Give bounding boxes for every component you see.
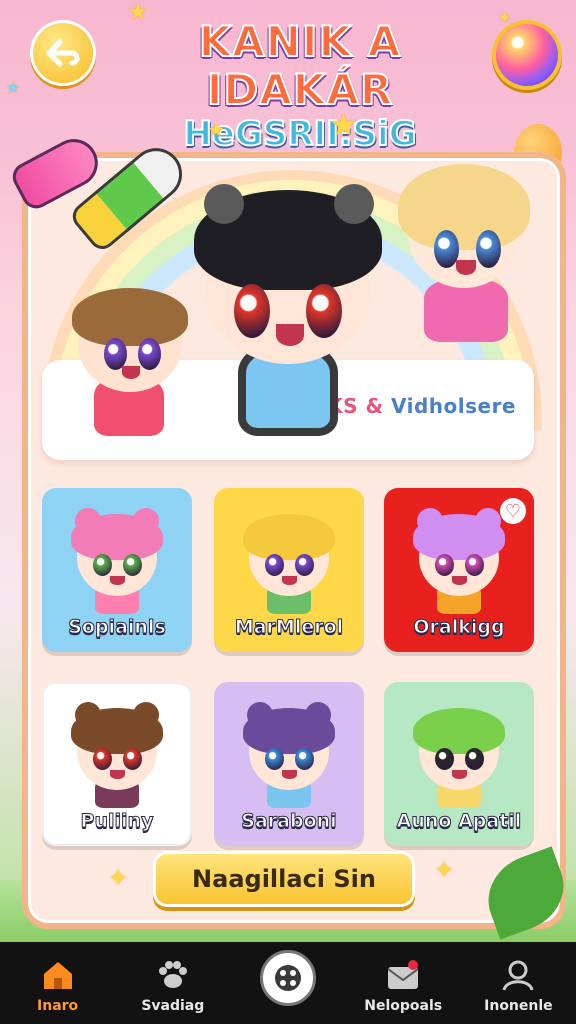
character-portrait [407,504,511,614]
character-card-label: Oralkigg [413,616,505,639]
character-card[interactable]: Sopiainls [42,488,192,652]
nav-label-messages: Nelopoals [364,998,443,1014]
character-portrait [65,698,169,808]
favorite-heart-icon[interactable]: ♡ [500,498,526,524]
character-portrait [237,698,341,808]
character-portrait [407,698,511,808]
sparkle-icon: ✦ [434,856,455,884]
sparkle-icon: ★ [128,0,148,25]
sparkle-icon: ★ [208,120,225,141]
paw-icon [155,958,191,992]
character-card[interactable]: Auno Apatil [384,682,534,846]
character-portrait [237,504,341,614]
banner-text: Vidholsere [390,394,516,418]
nav-item-pets[interactable]: Svadiag [115,942,230,1024]
character-portrait [65,504,169,614]
sparkle-icon: ★ [6,78,21,97]
nav-label-profile: Inonenle [484,998,553,1014]
nav-item-home[interactable]: Inaro [0,942,115,1024]
featured-character-center[interactable] [188,176,388,446]
character-card[interactable]: ♡ Oralkigg [384,488,534,652]
featured-character-right[interactable] [394,160,534,350]
title-line-2: HeGSRII:SiG [182,113,417,155]
character-card[interactable]: Saraboni [214,682,364,846]
back-button[interactable] [30,20,96,86]
nav-item-profile[interactable]: Inonenle [461,942,576,1024]
action-button[interactable]: Naagillaci Sin [153,851,415,907]
sparkle-icon: ✦ [498,8,512,27]
gamepad-icon [260,950,316,1006]
nav-label-home: Inaro [37,998,79,1014]
title-line-1: KANIK A IDAKÁR [198,17,402,115]
sparkle-icon: ★ [330,108,357,143]
nav-item-messages[interactable]: Nelopoals [346,942,461,1024]
character-card-label: MarMlerol [234,616,344,639]
mail-icon [385,958,421,992]
sparkle-icon: ✦ [108,864,129,892]
magic-orb-button[interactable] [496,24,558,86]
home-icon [40,958,76,992]
featured-character-left[interactable] [64,286,194,446]
bottom-navigation: Inaro Svadiag Nelopoals Inonenle [0,942,576,1024]
character-card[interactable]: Puliiny [42,682,192,846]
profile-icon [500,958,536,992]
character-card-label: Auno Apatil [396,810,522,833]
nav-item-play[interactable] [230,942,345,1024]
character-card[interactable]: MarMlerol [214,488,364,652]
character-card-label: Saraboni [241,810,337,833]
back-arrow-icon [46,39,80,67]
character-card-label: Puliiny [80,810,154,833]
nav-label-pets: Svadiag [141,998,205,1014]
character-card-label: Sopiainls [68,616,167,639]
game-title: KANIK A IDAKÁR HeGSRII:SiG [110,17,490,156]
